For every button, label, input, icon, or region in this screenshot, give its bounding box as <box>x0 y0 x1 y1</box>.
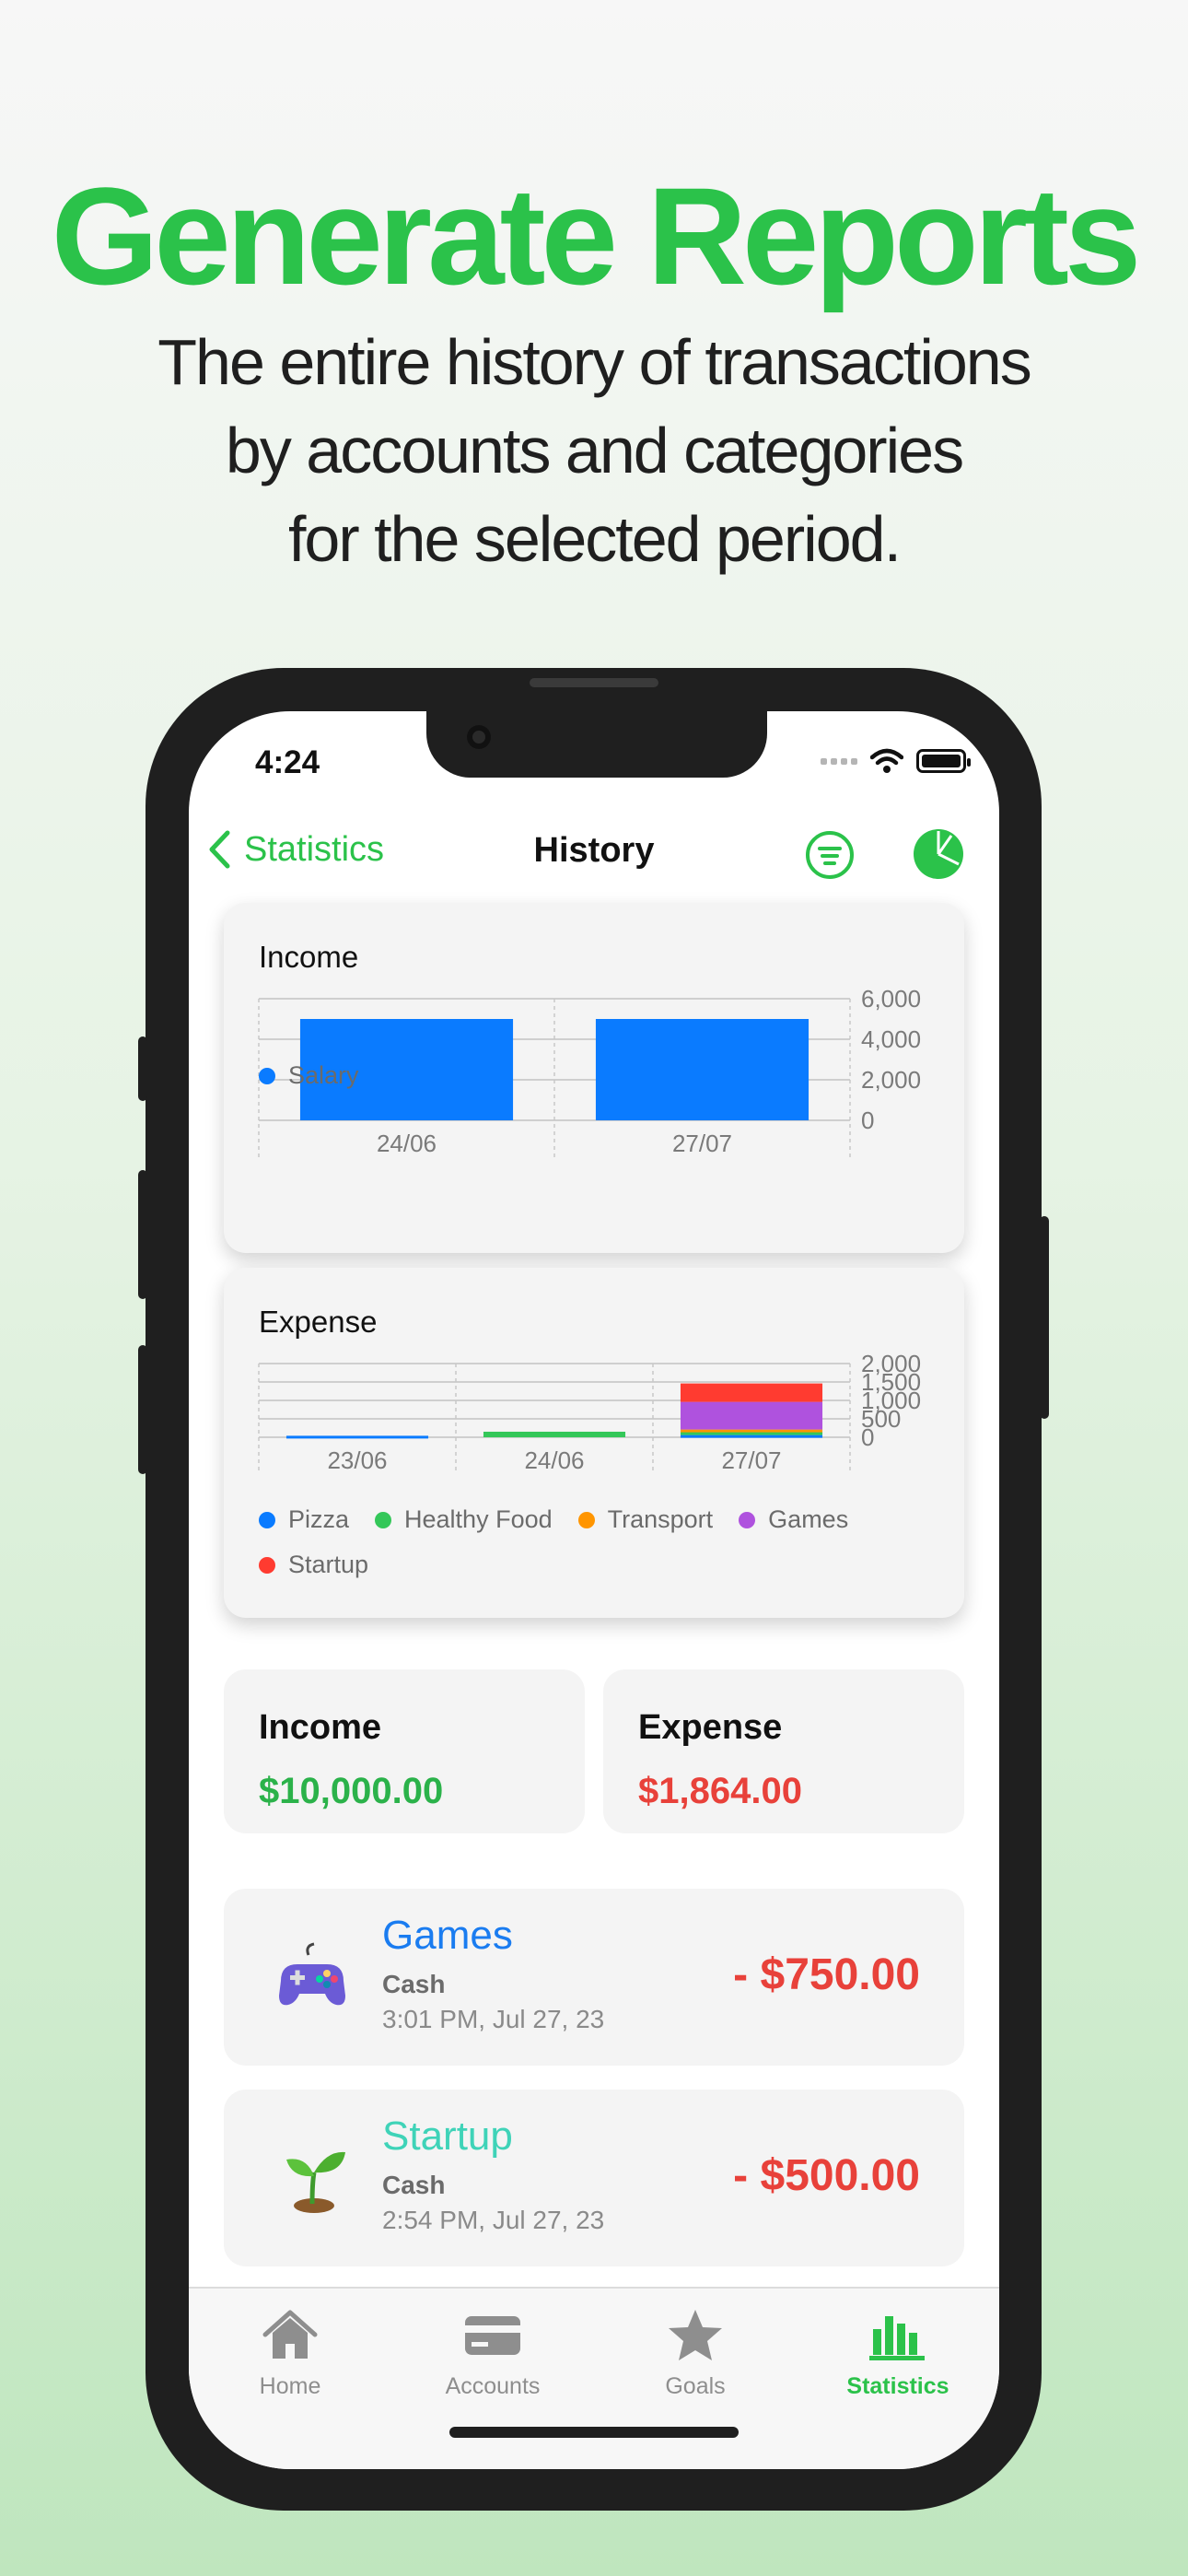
phone-button-volume-up <box>138 1170 147 1299</box>
legend-label: Startup <box>288 1551 369 1578</box>
pie-chart-icon[interactable] <box>912 827 965 881</box>
transaction-category: Startup <box>382 2113 513 2159</box>
legend-label: Healthy Food <box>404 1505 553 1533</box>
tab-label: Accounts <box>445 2373 541 2399</box>
camera <box>467 725 491 749</box>
bar-chart-icon <box>869 2316 925 2360</box>
tab-label: Goals <box>665 2373 726 2399</box>
house-icon <box>262 2310 318 2359</box>
income-chart-card: Income 6,000 4,000 2,000 0 24/06 27/07 Salary <box>224 903 964 1253</box>
tab-statistics[interactable]: Statistics <box>797 2307 999 2400</box>
filter-lines-icon[interactable] <box>804 829 856 881</box>
legend-item: Pizza <box>259 1505 349 1534</box>
legend-item: Games <box>739 1505 848 1534</box>
legend-dot <box>259 1556 275 1574</box>
star-icon <box>669 2310 722 2360</box>
legend-dot <box>259 1511 275 1528</box>
tab-label: Statistics <box>846 2373 949 2399</box>
battery-icon <box>916 749 971 773</box>
bar-segment-startup <box>680 1383 823 1402</box>
expense-legend: Pizza Healthy Food Transport Games Startup <box>259 1505 922 1579</box>
legend-dot <box>577 1511 595 1528</box>
income-summary-label: Income <box>259 1708 382 1747</box>
legend-dot <box>259 1067 275 1084</box>
status-icons <box>821 748 971 774</box>
bar-segment-transport <box>680 1429 823 1433</box>
legend-dot <box>375 1511 392 1528</box>
transaction-date: 3:01 PM, Jul 27, 23 <box>382 2005 605 2033</box>
bar-segment-games <box>680 1401 823 1430</box>
transaction-account: Cash <box>382 1970 446 1998</box>
status-time: 4:24 <box>255 744 320 780</box>
phone-button-power <box>1040 1216 1049 1419</box>
subline-line-1: The entire history of transactions <box>157 326 1031 398</box>
transaction-row[interactable]: Games Cash 3:01 PM, Jul 27, 23 - $750.00 <box>224 1889 964 2066</box>
tab-bar: Home Accounts Goals Statistics <box>189 2287 999 2469</box>
legend-dot <box>739 1511 756 1528</box>
page-title: History <box>533 831 655 870</box>
x-tick-label: 23/06 <box>327 1446 387 1474</box>
y-tick-label: 6,000 <box>861 985 921 1013</box>
legend-label: Games <box>768 1505 849 1533</box>
transaction-amount: - $500.00 <box>733 2151 920 2200</box>
expense-chart-card: Expense 2,000 1,500 1,000 500 0 23/06 24/06 27/… <box>224 1268 964 1618</box>
speaker-grille <box>530 678 658 687</box>
x-tick-label: 27/07 <box>721 1446 781 1474</box>
tab-home[interactable]: Home <box>189 2307 391 2400</box>
legend-item: Healthy Food <box>375 1505 553 1534</box>
phone-button-mute <box>138 1036 147 1101</box>
home-indicator[interactable] <box>449 2427 739 2438</box>
expense-summary-value: $1,864.00 <box>638 1771 802 1811</box>
bar-segment-pizza <box>680 1434 823 1438</box>
legend-label: Salary <box>288 1061 359 1089</box>
transaction-amount: - $750.00 <box>733 1950 920 1999</box>
bar-segment-pizza <box>285 1435 429 1439</box>
x-tick-label: 27/07 <box>672 1130 732 1157</box>
subline-line-3: for the selected period. <box>287 503 902 575</box>
bar-segment-healthy-food <box>483 1432 626 1437</box>
y-tick-label: 4,000 <box>861 1025 921 1053</box>
transaction-date: 2:54 PM, Jul 27, 23 <box>382 2206 605 2234</box>
headline: Generate Reports <box>51 158 1142 313</box>
subline-line-2: by accounts and categories <box>225 415 964 486</box>
income-summary-value: $10,000.00 <box>259 1771 444 1811</box>
transaction-category: Games <box>382 1913 513 1958</box>
transaction-account: Cash <box>382 2171 446 2199</box>
transaction-row[interactable]: Startup Cash 2:54 PM, Jul 27, 23 - $500.… <box>224 2090 964 2266</box>
legend-item: Salary <box>259 1061 359 1090</box>
seedling-icon <box>286 2151 345 2213</box>
legend-label: Transport <box>607 1505 714 1533</box>
y-tick-label: 0 <box>861 1107 874 1134</box>
y-tick-label: 0 <box>861 1423 874 1451</box>
tab-accounts[interactable]: Accounts <box>391 2307 594 2400</box>
wifi-icon <box>870 748 903 773</box>
app-screen: 4:24 Statistics History Income 6,000 4,00… <box>189 711 999 2469</box>
notch <box>426 711 767 778</box>
phone-button-volume-down <box>138 1345 147 1474</box>
x-tick-label: 24/06 <box>377 1130 437 1157</box>
card-icon <box>465 2316 520 2355</box>
legend-item: Startup <box>259 1551 368 1579</box>
income-summary-card[interactable]: Income $10,000.00 <box>224 1669 585 1833</box>
tab-goals[interactable]: Goals <box>594 2307 797 2400</box>
expense-summary-card[interactable]: Expense $1,864.00 <box>603 1669 964 1833</box>
subline: The entire history of transactions by ac… <box>0 318 1188 583</box>
income-legend: Salary <box>259 1061 922 1090</box>
legend-item: Transport <box>577 1505 714 1534</box>
expense-summary-label: Expense <box>638 1708 783 1747</box>
x-tick-label: 24/06 <box>524 1446 584 1474</box>
tab-label: Home <box>259 2373 321 2399</box>
gamepad-icon <box>279 1942 345 2006</box>
cellular-signal-icon <box>821 757 857 765</box>
legend-label: Pizza <box>288 1505 350 1533</box>
